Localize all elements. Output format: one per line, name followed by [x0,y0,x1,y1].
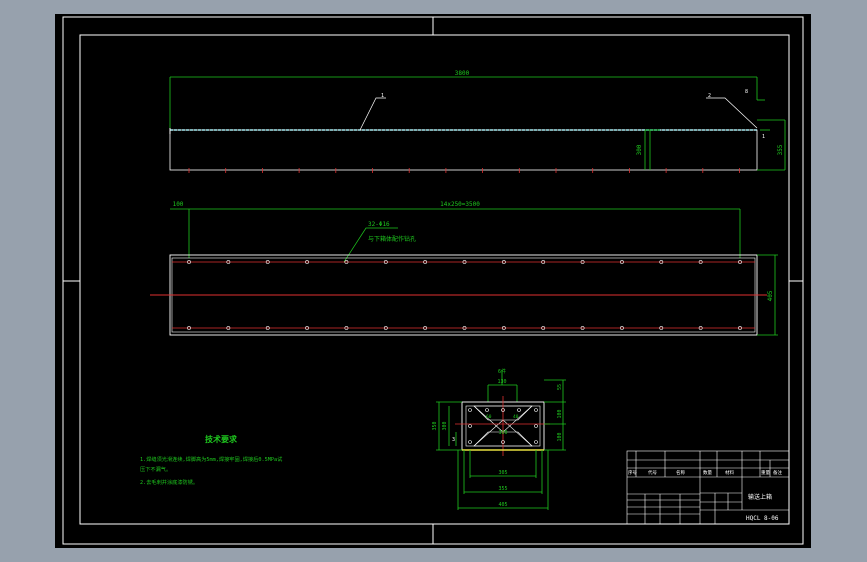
section-left-small: 3 [452,437,455,443]
col-remark: 备注 [773,469,782,476]
col-qty: 数量 [703,469,712,476]
side-dimension: 1 [762,134,765,140]
col-code: 代号 [648,469,657,476]
section-lower-width: 305 [498,470,507,476]
height-right-label: 355 [777,144,784,155]
section-right-low: 100 [557,432,563,441]
section-right-top: 55 [557,384,563,390]
height-inner-label: 300 [636,144,643,155]
notes-line-2: 压下不漏气。 [140,465,171,473]
section-label-b: 40 [513,414,519,420]
section-overall-width: 405 [498,502,507,508]
callout-2: 2 [708,93,711,99]
plan-width-label: 405 [767,290,774,301]
notes-line-3: 2.去毛刺并涂底漆防锈。 [140,478,198,486]
section-top-label: 6件 [498,368,506,375]
col-material: 材料 [725,469,734,476]
section-bottom-width: 355 [498,486,507,492]
section-top-width: 130 [497,379,506,385]
section-right-mid: 100 [557,409,563,418]
col-seq: 序号 [628,469,637,476]
drawing-canvas: 3800 1 2 8 1 355 300 100 14x250=3500 32-… [55,14,811,548]
section-label-a: 60 [486,414,492,420]
col-weight: 重量 [761,469,770,476]
notes-line-1: 1.焊缝须光滑连续,焊脚高为5mm,焊接牢固,焊接后0.5MPa试 [140,455,283,463]
col-name: 名称 [676,469,685,476]
left-offset-label: 100 [173,201,184,208]
pitch-label: 14x250=3500 [440,201,480,208]
section-inner-width: 300 [498,430,507,436]
end-dimension: 8 [745,89,748,95]
notes-title: 技术要求 [205,434,238,444]
part-name: 输送上箱 [748,493,772,501]
section-left-inner: 300 [442,421,448,430]
drawing-number: HQCL 8-06 [746,515,779,522]
callout-1: 1 [381,93,384,99]
hole-note: 与下箱体配作钻孔 [368,235,416,243]
section-left-outer: 350 [432,421,438,430]
overall-length-label: 3800 [455,70,470,77]
hole-spec: 32-Φ16 [368,221,390,228]
